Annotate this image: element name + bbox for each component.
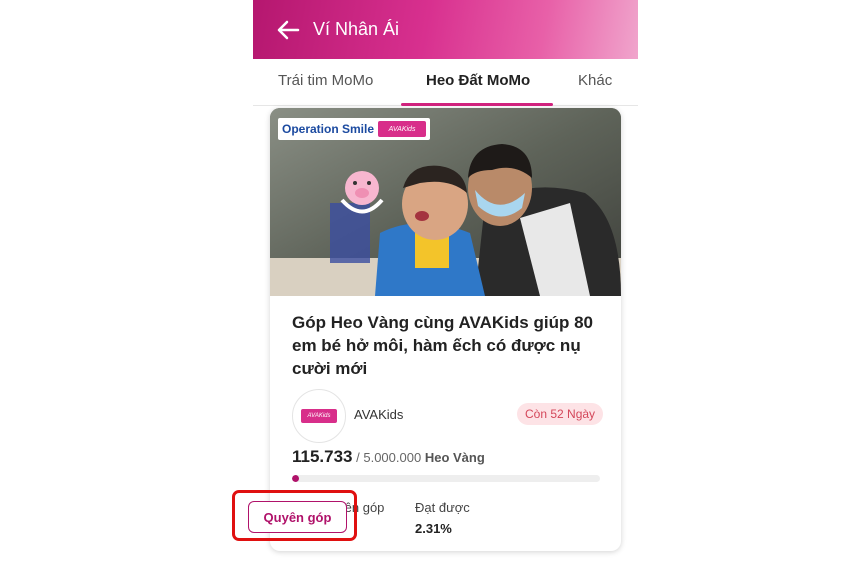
page-title: Ví Nhân Ái xyxy=(313,19,400,39)
fundraising-amount: 115.733 / 5.000.000 Heo Vàng xyxy=(292,447,485,467)
avakids-logo: AVAKids xyxy=(378,121,427,137)
amount-unit: Heo Vàng xyxy=(424,450,485,465)
achieved-label: Đạt được xyxy=(415,500,470,515)
days-left-badge: Còn 52 Ngày xyxy=(517,403,604,425)
header: Ví Nhân Ái xyxy=(253,0,638,59)
achieved-value: 2.31% xyxy=(415,521,452,536)
achieved-stat: Đạt được 2.31% xyxy=(415,500,470,536)
tab-trai-tim-momo[interactable]: Trái tim MoMo xyxy=(278,72,373,89)
progress-fill xyxy=(292,475,300,482)
raised-amount: 115.733 xyxy=(292,447,353,466)
goal-amount: / 5.000.000 xyxy=(356,450,422,465)
tab-khac[interactable]: Khác xyxy=(578,72,612,89)
donate-button[interactable]: Quyên góp xyxy=(248,501,347,533)
org-name: AVAKids xyxy=(354,407,404,422)
tab-heo-dat-momo[interactable]: Heo Đất MoMo xyxy=(426,72,530,89)
back-arrow-icon[interactable] xyxy=(275,17,301,43)
tab-bar: Trái tim MoMo Heo Đất MoMo Khác xyxy=(253,59,638,106)
org-avatar: AVAKids xyxy=(292,389,346,443)
app-screen: Ví Nhân Ái Trái tim MoMo Heo Đất MoMo Kh… xyxy=(253,0,638,564)
active-tab-indicator xyxy=(401,103,553,106)
campaign-card[interactable]: Operation Smile AVAKids Góp Heo Vàng cùn… xyxy=(270,108,621,551)
campaign-title: Góp Heo Vàng cùng AVAKids giúp 80 em bé … xyxy=(292,313,593,378)
avakids-logo: AVAKids xyxy=(301,409,337,423)
progress-bar xyxy=(292,475,600,482)
operation-smile-logo: Operation Smile AVAKids xyxy=(278,118,431,140)
campaign-hero-image: Operation Smile AVAKids xyxy=(270,108,621,296)
